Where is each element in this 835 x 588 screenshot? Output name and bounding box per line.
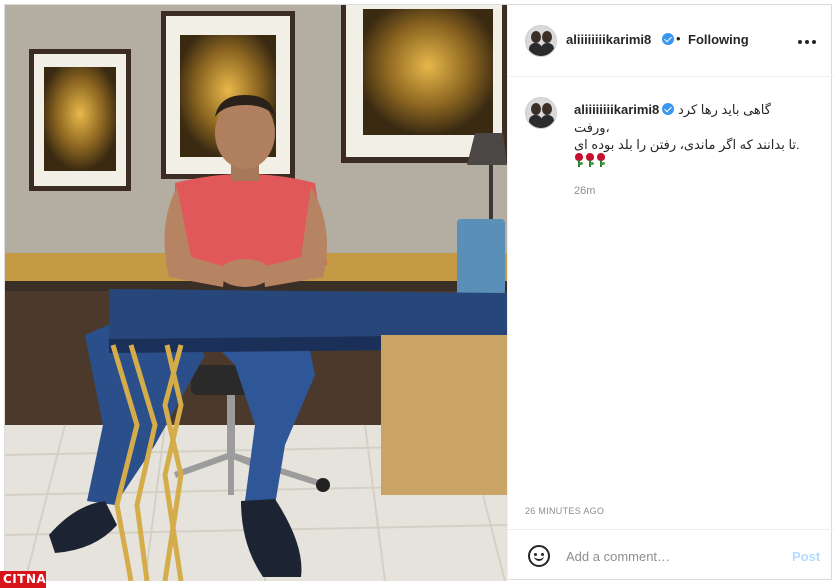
separator-dot: • <box>676 31 681 46</box>
post-header: aliiiiiiiikarimi8 • Following <box>508 5 834 77</box>
post-details-panel: aliiiiiiiikarimi8 • Following aliiiiiiii… <box>507 5 834 581</box>
office-scene-illustration <box>5 5 507 581</box>
header-username[interactable]: aliiiiiiiikarimi8 <box>566 32 651 47</box>
caption-relative-time[interactable]: 26m <box>574 185 595 197</box>
wall-art-left <box>29 49 131 191</box>
rose-emoji-row <box>574 153 606 167</box>
post-timestamp[interactable]: 26 MINUTES AGO <box>525 506 604 516</box>
caption-avatar[interactable] <box>525 97 557 129</box>
rose-icon <box>585 153 595 167</box>
rose-icon <box>596 153 606 167</box>
verified-badge-icon <box>662 103 674 115</box>
caption-line-1: گاهی باید رها کرد <box>678 102 771 117</box>
citna-watermark-logo: CITNA <box>0 571 46 588</box>
watermark-text: CITNA <box>3 572 47 586</box>
verified-badge-icon <box>662 33 674 45</box>
comment-bar: Post <box>508 529 834 581</box>
caption-username[interactable]: aliiiiiiiikarimi8 <box>574 102 659 117</box>
post-comment-button[interactable]: Post <box>792 549 820 564</box>
rose-icon <box>574 153 584 167</box>
smiley-icon[interactable] <box>528 545 550 567</box>
following-button[interactable]: Following <box>688 32 749 47</box>
caption-line-2: ،ورفت <box>574 120 610 135</box>
caption-line-3: .تا بدانند که اگر ماندی، رفتن را بلد بود… <box>574 137 800 152</box>
avatar[interactable] <box>525 25 557 57</box>
more-options-icon[interactable] <box>798 39 816 45</box>
comment-input[interactable] <box>566 546 776 566</box>
post-photo[interactable] <box>5 5 507 581</box>
instagram-post: aliiiiiiiikarimi8 • Following aliiiiiiii… <box>4 4 834 581</box>
